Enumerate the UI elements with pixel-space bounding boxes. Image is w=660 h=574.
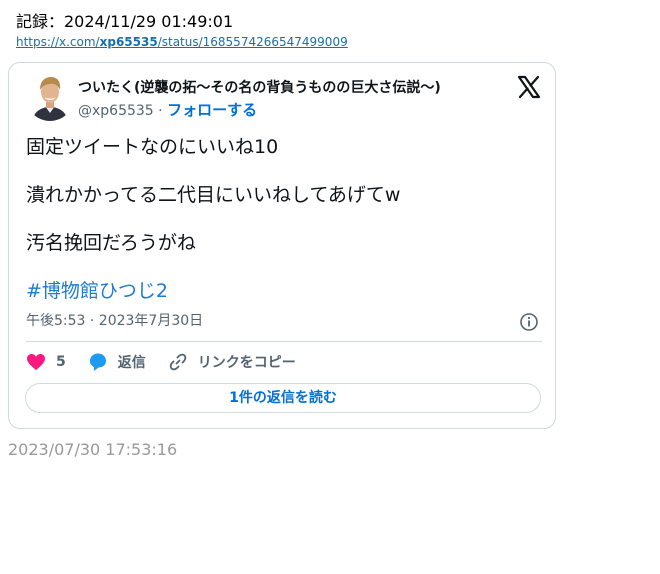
tweet-timestamp[interactable]: 午後5:53 · 2023年7月30日 bbox=[26, 312, 203, 330]
hashtag-link[interactable]: #博物館ひつじ2 bbox=[26, 280, 168, 302]
user-handle[interactable]: @xp65535 bbox=[78, 103, 154, 119]
link-icon bbox=[169, 353, 186, 371]
heart-icon bbox=[27, 354, 45, 370]
reply-label: 返信 bbox=[117, 355, 146, 371]
tweet-line: 潰れかかってる二代目にいいねしてあげてw bbox=[26, 184, 401, 206]
display-name[interactable]: ついたく(逆襲の拓〜その名の背負うものの巨大さ伝説〜) bbox=[78, 79, 441, 97]
reply-button[interactable]: 返信 bbox=[88, 352, 146, 372]
divider bbox=[26, 341, 542, 342]
like-count: 5 bbox=[56, 354, 66, 370]
tweet-line: 固定ツイートなのにいいね10 bbox=[26, 136, 279, 158]
copy-link-label: リンクをコピー bbox=[197, 355, 296, 371]
x-logo-icon[interactable] bbox=[517, 75, 541, 99]
source-url-link[interactable]: https://x.com/xp65535/status/16855742665… bbox=[16, 35, 348, 49]
url-prefix: https://x.com/ bbox=[16, 35, 100, 49]
avatar[interactable] bbox=[26, 73, 74, 121]
record-timestamp: 記録：2024/11/29 01:49:01 bbox=[16, 12, 234, 31]
info-icon[interactable] bbox=[519, 312, 539, 332]
copy-link-button[interactable]: リンクをコピー bbox=[168, 352, 296, 372]
url-user: xp65535 bbox=[99, 35, 158, 49]
read-replies-button[interactable]: 1件の返信を読む bbox=[25, 383, 541, 413]
post-timestamp: 2023/07/30 17:53:16 bbox=[8, 440, 178, 459]
tweet-text: 固定ツイートなのにいいね10 潰れかかってる二代目にいいねしてあげてw 汚名挽回… bbox=[26, 135, 536, 327]
speech-bubble-icon bbox=[89, 353, 106, 371]
url-suffix: /status/1685574266547499009 bbox=[157, 35, 348, 49]
handle-line: @xp65535 · フォローする bbox=[78, 100, 257, 121]
tweet-line: 汚名挽回だろうがね bbox=[26, 232, 196, 254]
action-bar: 5 返信 リンクをコピー bbox=[26, 351, 318, 373]
like-button[interactable]: 5 bbox=[26, 353, 66, 371]
tweet-card: ついたく(逆襲の拓〜その名の背負うものの巨大さ伝説〜) @xp65535 · フ… bbox=[8, 62, 556, 429]
follow-button[interactable]: フォローする bbox=[167, 101, 257, 119]
separator: · bbox=[153, 103, 168, 119]
